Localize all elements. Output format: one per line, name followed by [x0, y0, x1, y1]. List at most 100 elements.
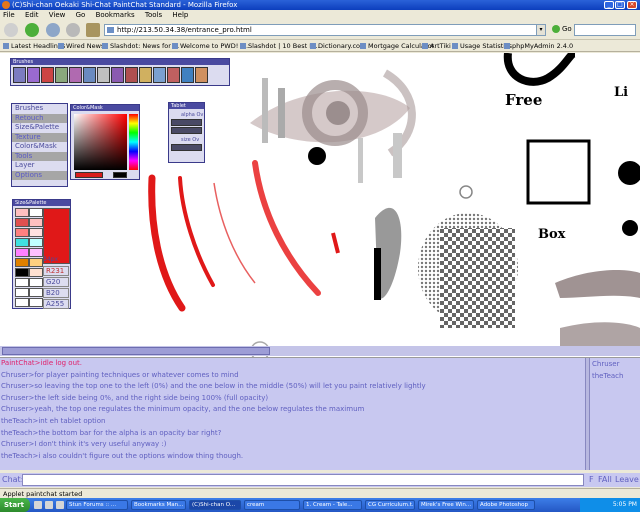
brushes-palette[interactable]: Brushes — [10, 58, 230, 86]
bookmark-item[interactable]: Wired News — [58, 40, 104, 51]
leave-button[interactable]: Leave — [615, 475, 639, 484]
menu-go[interactable]: Go — [76, 11, 86, 19]
menu-file[interactable]: File — [3, 11, 15, 19]
url-input[interactable]: http://213.50.34.38/entrance_pro.html ▾ — [104, 24, 546, 36]
home-icon[interactable] — [86, 23, 100, 37]
menu-item-size-palette[interactable]: Size&Palette — [12, 123, 67, 133]
back-arrow-icon[interactable] — [4, 23, 18, 37]
color-swatch[interactable] — [15, 268, 29, 277]
bookmark-item[interactable]: Slashdot: News for ... — [102, 40, 179, 51]
menu-item-options[interactable]: Options — [12, 170, 67, 180]
alpha-value-field[interactable]: A255 — [43, 299, 69, 309]
taskbar-window-button[interactable]: Adobe Photoshop — [477, 500, 535, 510]
brush-tool-icon[interactable] — [83, 67, 96, 83]
menu-item-color-mask[interactable]: Color&Mask — [12, 142, 67, 152]
brush-tool-icon[interactable] — [111, 67, 124, 83]
color-swatch[interactable] — [29, 298, 43, 307]
bookmark-item[interactable]: Dictionary.com — [310, 40, 366, 51]
color-swatch[interactable] — [29, 278, 43, 287]
color-swatch[interactable] — [15, 288, 29, 297]
canvas-horizontal-scrollbar[interactable] — [0, 346, 640, 356]
maximize-button[interactable]: □ — [615, 1, 625, 9]
color-swatch[interactable] — [15, 278, 29, 287]
bookmark-item[interactable]: Slashdot | 10 Best R... — [240, 40, 320, 51]
blue-value-field[interactable]: B20 — [43, 288, 69, 298]
drop-tool-icon[interactable] — [181, 67, 194, 83]
quick-launch-icon[interactable] — [56, 501, 64, 509]
bookmark-item[interactable]: ArtTiki — [422, 40, 451, 51]
taskbar-window-button[interactable]: Stun Forums :: ... — [66, 500, 128, 510]
color-swatch[interactable] — [15, 228, 29, 237]
user-list-item[interactable]: theTeach — [592, 370, 640, 382]
saturation-value-picker[interactable] — [74, 114, 127, 170]
menu-tools[interactable]: Tools — [145, 11, 162, 19]
color-swatch[interactable] — [15, 248, 29, 257]
brush-tool-icon[interactable] — [97, 67, 110, 83]
f-button[interactable]: F — [589, 475, 594, 484]
brush-tool-icon[interactable] — [55, 67, 68, 83]
current-color-swatch[interactable] — [75, 172, 103, 178]
fall-button[interactable]: FAll — [598, 475, 612, 484]
menu-item-layer[interactable]: Layer — [12, 161, 67, 171]
color-swatch[interactable] — [29, 258, 43, 267]
menu-item-texture[interactable]: Texture — [12, 132, 67, 142]
forward-arrow-icon[interactable] — [25, 23, 39, 37]
brush-tool-icon[interactable] — [41, 67, 54, 83]
menu-item-brushes[interactable]: Brushes — [12, 104, 67, 114]
alpha-max-slider[interactable] — [171, 127, 202, 134]
taskbar-window-button[interactable]: Mirek's Free Win... — [418, 500, 474, 510]
smudge-tool-icon[interactable] — [195, 67, 208, 83]
taskbar-window-button[interactable]: 1. Cream - Tale... — [303, 500, 362, 510]
taskbar-window-button[interactable]: cream — [244, 500, 300, 510]
start-button[interactable]: Start — [0, 498, 30, 512]
menu-item-retouch[interactable]: Retouch — [12, 113, 67, 123]
stop-icon[interactable] — [66, 23, 80, 37]
alpha-min-slider[interactable] — [171, 119, 202, 126]
pen-tool-icon[interactable] — [13, 67, 26, 83]
eraser-tool-icon[interactable] — [167, 67, 180, 83]
color-swatch[interactable] — [29, 288, 43, 297]
brush-tool-icon[interactable] — [139, 67, 152, 83]
color-swatch[interactable] — [15, 208, 29, 217]
color-swatch[interactable] — [15, 238, 29, 247]
color-swatch[interactable] — [29, 208, 43, 217]
paint-canvas[interactable]: Free Box Li — [0, 53, 640, 358]
chevron-down-icon[interactable]: ▾ — [536, 25, 545, 35]
user-list-item[interactable]: Chruser — [592, 358, 640, 370]
color-swatch[interactable] — [29, 238, 43, 247]
bookmark-item[interactable]: Latest Headlines — [3, 40, 65, 51]
quick-launch-icon[interactable] — [45, 501, 53, 509]
menu-bookmarks[interactable]: Bookmarks — [96, 11, 135, 19]
brush-tool-icon[interactable] — [27, 67, 40, 83]
scrollbar-thumb[interactable] — [2, 347, 270, 355]
quick-launch-icon[interactable] — [34, 501, 42, 509]
taskbar-window-button[interactable]: (C)Shi-chan O... — [189, 500, 241, 510]
color-swatch[interactable] — [29, 268, 43, 277]
color-swatch[interactable] — [29, 228, 43, 237]
color-swatch[interactable] — [15, 258, 29, 267]
chat-input[interactable] — [22, 474, 584, 486]
green-value-field[interactable]: G20 — [43, 277, 69, 287]
close-button[interactable]: × — [627, 1, 637, 9]
menu-view[interactable]: View — [49, 11, 66, 19]
size-slider[interactable] — [171, 144, 202, 151]
menu-item-tools[interactable]: Tools — [12, 151, 67, 161]
minimize-button[interactable]: _ — [604, 1, 614, 9]
bookmark-item[interactable]: Welcome to PWD! -... — [172, 40, 249, 51]
menu-help[interactable]: Help — [172, 11, 188, 19]
go-button[interactable]: Go — [552, 25, 572, 33]
taskbar-window-button[interactable]: Bookmarks Man... — [131, 500, 186, 510]
taskbar-window-button[interactable]: CG Curriculum.t... — [365, 500, 415, 510]
color-swatch[interactable] — [15, 298, 29, 307]
color-swatch[interactable] — [29, 248, 43, 257]
brush-tool-icon[interactable] — [153, 67, 166, 83]
brush-tool-icon[interactable] — [69, 67, 82, 83]
red-value-field[interactable]: R231 — [43, 266, 69, 276]
brush-tool-icon[interactable] — [125, 67, 138, 83]
search-input[interactable] — [574, 24, 636, 36]
bookmark-item[interactable]: phpMyAdmin 2.4.0 — [504, 40, 573, 51]
color-swatch[interactable] — [29, 218, 43, 227]
background-color-swatch[interactable] — [113, 172, 127, 178]
hue-slider[interactable] — [129, 114, 138, 170]
reload-icon[interactable] — [46, 23, 60, 37]
